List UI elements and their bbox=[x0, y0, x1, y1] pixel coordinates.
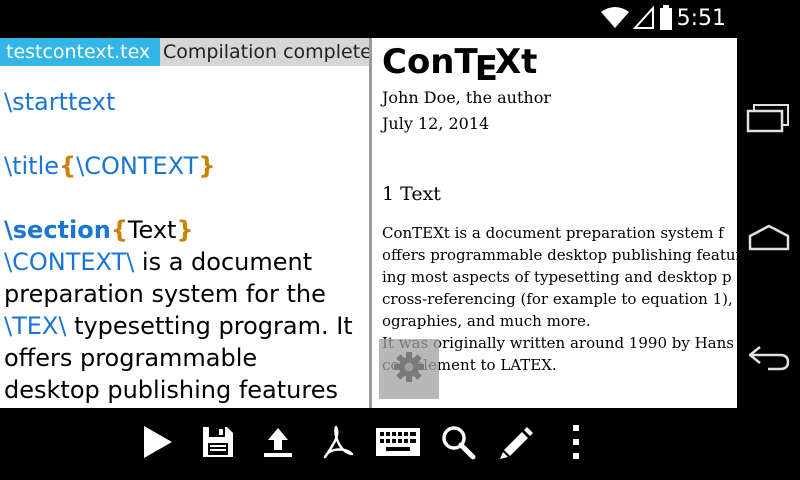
compile-button[interactable] bbox=[135, 422, 179, 466]
keyboard-icon bbox=[375, 427, 421, 461]
back-icon bbox=[746, 343, 792, 377]
save-button[interactable] bbox=[196, 422, 240, 466]
pdf-icon bbox=[320, 424, 356, 464]
gear-icon bbox=[392, 350, 426, 388]
document-date: July 12, 2014 bbox=[382, 114, 490, 133]
code-line[interactable]: offers programmable bbox=[4, 342, 369, 374]
document-section-heading: 1 Text bbox=[382, 183, 441, 205]
code-line[interactable]: preparation system for the bbox=[4, 278, 369, 310]
code-token: typesetting program. It bbox=[66, 312, 353, 340]
status-bar: 5:51 bbox=[0, 0, 800, 38]
code-token: is a document bbox=[134, 248, 313, 276]
code-token: \starttext bbox=[4, 88, 116, 116]
compilation-status: Compilation complete bbox=[160, 38, 369, 66]
code-line[interactable]: \title{\CONTEXT} bbox=[4, 150, 369, 182]
keyboard-button[interactable] bbox=[374, 422, 422, 466]
back-button[interactable] bbox=[745, 336, 793, 384]
system-navigation-bar bbox=[737, 38, 800, 480]
file-tab[interactable]: testcontext.tex bbox=[0, 38, 160, 66]
editor-tab-bar: testcontext.tex Compilation complete bbox=[0, 38, 369, 66]
recent-apps-button[interactable] bbox=[745, 96, 793, 144]
code-line[interactable]: desktop publishing features bbox=[4, 374, 369, 406]
source-editor[interactable]: [%]\starttext\title{\CONTEXT}\section{Te… bbox=[0, 38, 369, 408]
document-author: John Doe, the author bbox=[382, 88, 551, 107]
code-line[interactable]: \starttext bbox=[4, 86, 369, 118]
battery-icon bbox=[659, 5, 673, 35]
settings-button[interactable] bbox=[379, 339, 439, 399]
code-token: \title bbox=[4, 152, 60, 180]
code-token: \CONTEXT\ bbox=[4, 248, 135, 276]
code-line[interactable] bbox=[4, 118, 369, 150]
code-token: } bbox=[176, 216, 194, 244]
main-content: [%]\starttext\title{\CONTEXT}\section{Te… bbox=[0, 38, 737, 408]
code-token: \section bbox=[4, 216, 111, 244]
document-body-line: offers programmable desktop publishing f… bbox=[382, 246, 737, 264]
pencil-icon bbox=[498, 424, 534, 464]
code-token: preparation system for the bbox=[4, 280, 326, 308]
code-token: { bbox=[110, 216, 128, 244]
document-title: ConTEXt bbox=[382, 42, 538, 89]
code-line[interactable]: \section{Text} bbox=[4, 214, 369, 246]
document-body-line: ConTEXt is a document preparation system… bbox=[382, 224, 724, 242]
code-token: desktop publishing features bbox=[4, 376, 338, 404]
overflow-menu-button[interactable] bbox=[556, 422, 596, 466]
search-icon bbox=[440, 424, 476, 464]
bottom-toolbar bbox=[0, 408, 737, 480]
wifi-icon bbox=[600, 6, 630, 34]
upload-icon bbox=[260, 424, 296, 464]
code-line[interactable]: \TEX\ typesetting program. It bbox=[4, 310, 369, 342]
home-button[interactable] bbox=[745, 216, 793, 264]
code-token: { bbox=[59, 152, 77, 180]
edit-button[interactable] bbox=[494, 422, 538, 466]
code-line[interactable] bbox=[4, 182, 369, 214]
recent-apps-icon bbox=[746, 103, 792, 137]
code-token: Text bbox=[127, 216, 177, 244]
code-area[interactable]: [%]\starttext\title{\CONTEXT}\section{Te… bbox=[4, 38, 369, 406]
code-token: } bbox=[198, 152, 216, 180]
document-body-line: ing most aspects of typesetting and desk… bbox=[382, 268, 732, 286]
code-token: \CONTEXT bbox=[76, 152, 199, 180]
clock: 5:51 bbox=[676, 6, 726, 31]
code-line[interactable]: \CONTEXT\ is a document bbox=[4, 246, 369, 278]
upload-button[interactable] bbox=[256, 422, 300, 466]
signal-icon bbox=[632, 5, 655, 34]
code-token: offers programmable bbox=[4, 344, 258, 372]
play-icon bbox=[140, 424, 174, 464]
more-vertical-icon bbox=[571, 425, 581, 463]
document-body-line: ographies, and much more. bbox=[382, 312, 591, 330]
save-icon bbox=[200, 424, 236, 464]
pdf-button[interactable] bbox=[316, 422, 360, 466]
document-body-line: cross-referencing (for example to equati… bbox=[382, 290, 737, 308]
code-token: \TEX\ bbox=[4, 312, 67, 340]
home-icon bbox=[746, 223, 792, 257]
search-button[interactable] bbox=[436, 422, 480, 466]
